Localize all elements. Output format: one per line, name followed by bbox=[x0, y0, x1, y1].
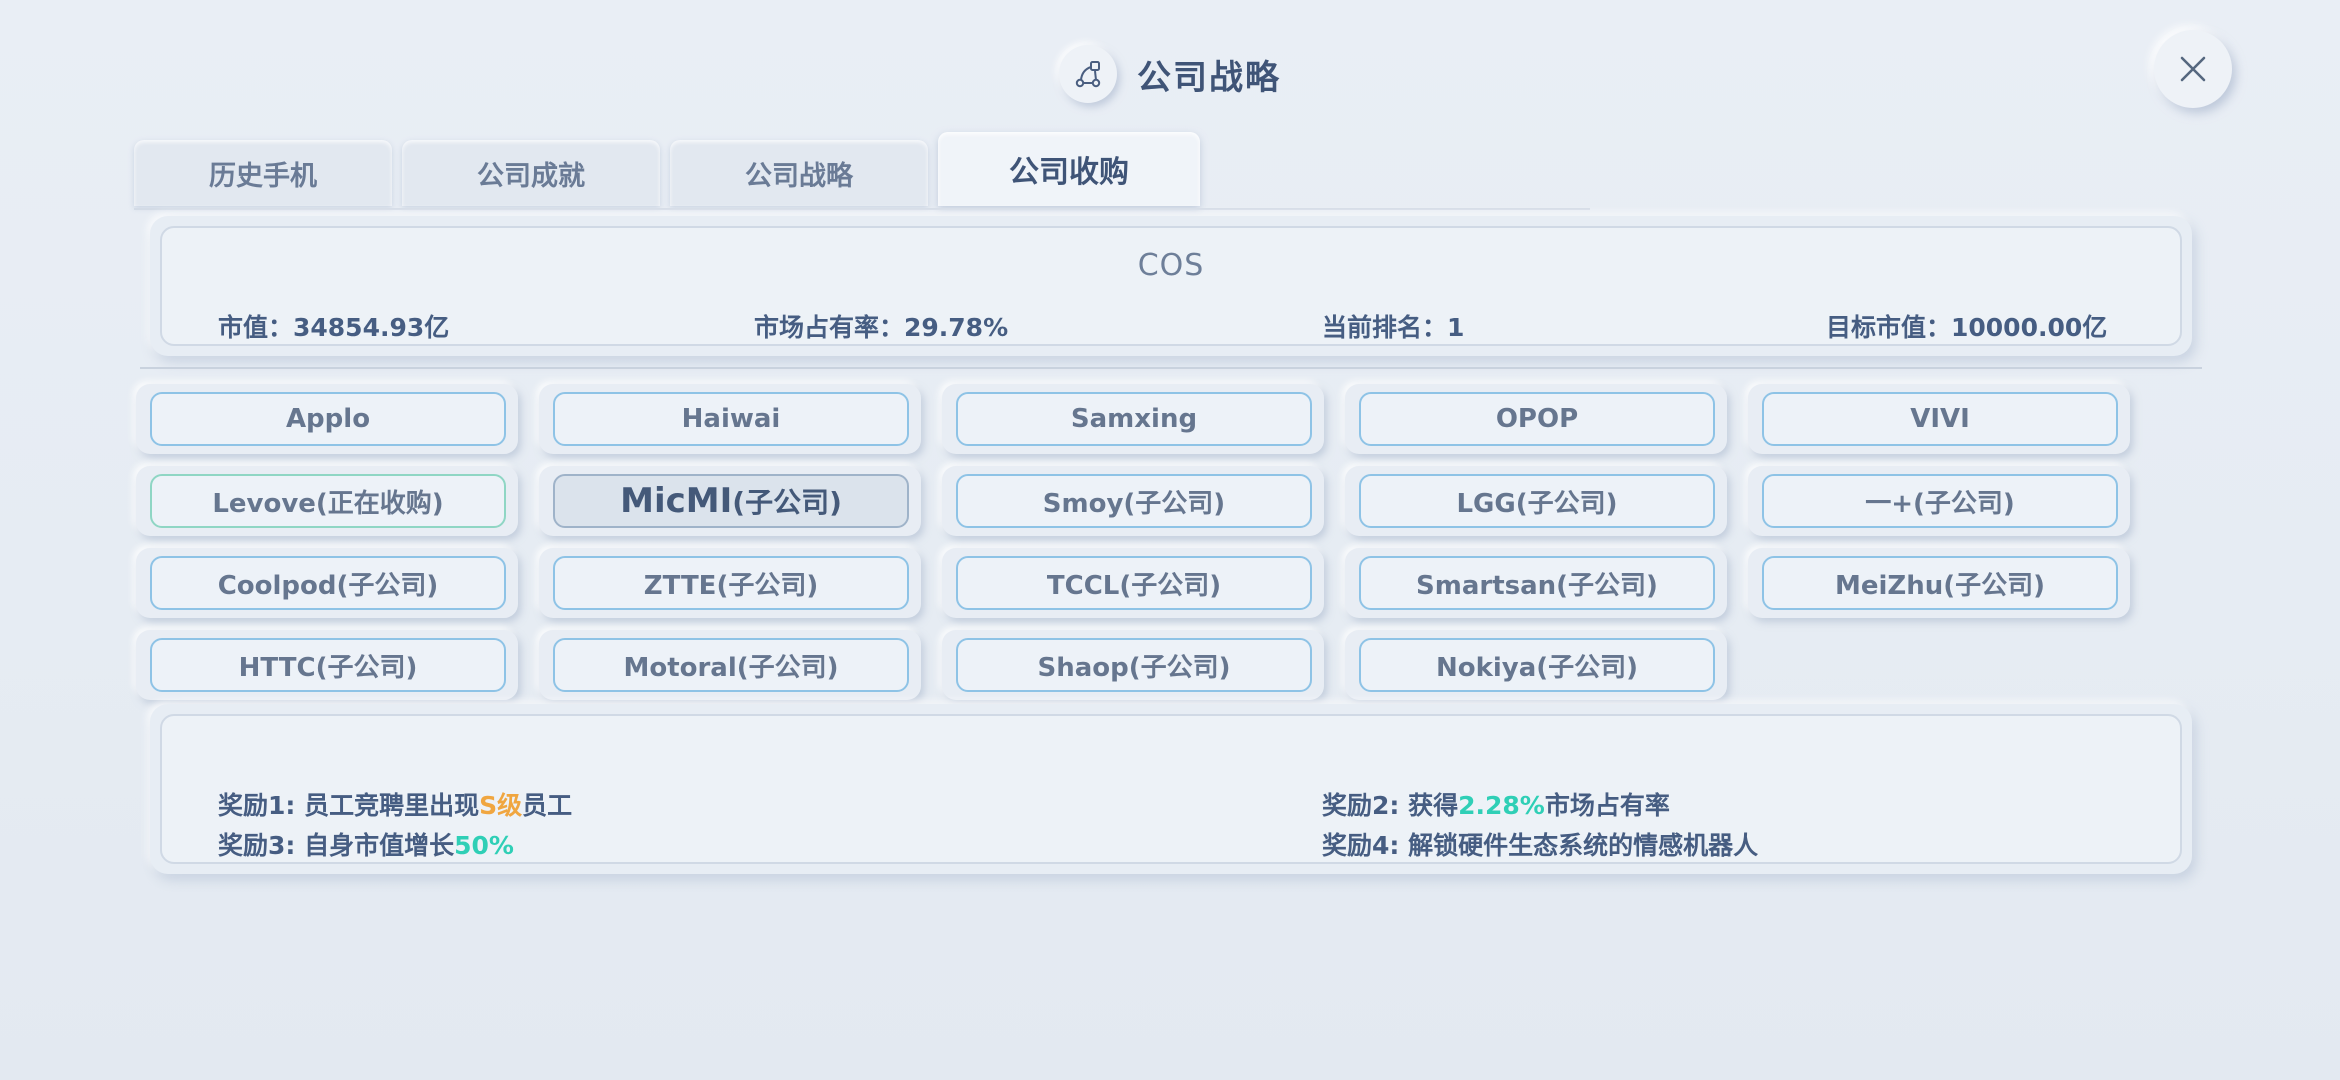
company-cell: MicMI (子公司) bbox=[539, 466, 921, 536]
company-button-lgg[interactable]: LGG(子公司) bbox=[1359, 474, 1715, 528]
company-cell: 一+(子公司) bbox=[1748, 466, 2130, 536]
reward-4: 奖励4: 解锁硬件生态系统的情感机器人 bbox=[1322, 831, 1759, 860]
strategy-nodes-icon bbox=[1059, 45, 1117, 103]
market-value-stat: 市值：34854.93亿 bbox=[218, 313, 450, 342]
company-button-yijia[interactable]: 一+(子公司) bbox=[1762, 474, 2118, 528]
tab-company-strategy[interactable]: 公司战略 bbox=[670, 140, 928, 206]
company-cell: OPOP bbox=[1345, 384, 1727, 454]
company-cell: Samxing bbox=[942, 384, 1324, 454]
company-button-levove[interactable]: Levove(正在收购) bbox=[150, 474, 506, 528]
company-cell: LGG(子公司) bbox=[1345, 466, 1727, 536]
company-cell: Haiwai bbox=[539, 384, 921, 454]
company-cell: TCCL(子公司) bbox=[942, 548, 1324, 618]
company-button-httc[interactable]: HTTC(子公司) bbox=[150, 638, 506, 692]
company-cell: Smoy(子公司) bbox=[942, 466, 1324, 536]
company-button-samxing[interactable]: Samxing bbox=[956, 392, 1312, 446]
rewards-panel: 奖励1: 员工竞聘里出现S级员工 奖励2: 获得2.28%市场占有率 奖励3: … bbox=[150, 704, 2192, 874]
tab-bar: 历史手机 公司成就 公司战略 公司收购 bbox=[134, 132, 1210, 206]
company-button-opop[interactable]: OPOP bbox=[1359, 392, 1715, 446]
reward-3: 奖励3: 自身市值增长50% bbox=[218, 831, 514, 860]
company-cell: Nokiya(子公司) bbox=[1345, 630, 1727, 700]
company-cell: ZTTE(子公司) bbox=[539, 548, 921, 618]
company-button-vivi[interactable]: VIVI bbox=[1762, 392, 2118, 446]
company-button-smoy[interactable]: Smoy(子公司) bbox=[956, 474, 1312, 528]
company-button-smartsan[interactable]: Smartsan(子公司) bbox=[1359, 556, 1715, 610]
reward-1: 奖励1: 员工竞聘里出现S级员工 bbox=[218, 791, 573, 820]
company-cell: Shaop(子公司) bbox=[942, 630, 1324, 700]
company-cell: HTTC(子公司) bbox=[136, 630, 518, 700]
rank-stat: 当前排名：1 bbox=[1322, 313, 1465, 342]
close-button[interactable] bbox=[2154, 30, 2232, 108]
page-header: 公司战略 bbox=[0, 44, 2340, 104]
company-button-haiwai[interactable]: Haiwai bbox=[553, 392, 909, 446]
company-button-ztte[interactable]: ZTTE(子公司) bbox=[553, 556, 909, 610]
company-label: MicMI bbox=[620, 481, 733, 521]
company-button-applo[interactable]: Applo bbox=[150, 392, 506, 446]
company-button-coolpod[interactable]: Coolpod(子公司) bbox=[150, 556, 506, 610]
company-button-shaop[interactable]: Shaop(子公司) bbox=[956, 638, 1312, 692]
reward-2: 奖励2: 获得2.28%市场占有率 bbox=[1322, 791, 1670, 820]
company-button-meizhu[interactable]: MeiZhu(子公司) bbox=[1762, 556, 2118, 610]
company-button-nokiya[interactable]: Nokiya(子公司) bbox=[1359, 638, 1715, 692]
close-icon bbox=[2180, 56, 2206, 82]
page-title: 公司战略 bbox=[1137, 57, 1281, 98]
company-cell: Smartsan(子公司) bbox=[1345, 548, 1727, 618]
company-name: COS bbox=[1137, 248, 1205, 283]
company-info-panel: COS 市值：34854.93亿 市场占有率：29.78% 当前排名：1 目标市… bbox=[150, 216, 2192, 356]
company-button-tccl[interactable]: TCCL(子公司) bbox=[956, 556, 1312, 610]
section-divider bbox=[140, 367, 2202, 369]
reward-highlight: S级 bbox=[479, 791, 523, 820]
reward-highlight: 2.28% bbox=[1458, 791, 1545, 820]
reward-highlight: 50% bbox=[454, 831, 514, 860]
company-button-micmi[interactable]: MicMI (子公司) bbox=[553, 474, 909, 528]
company-cell: Levove(正在收购) bbox=[136, 466, 518, 536]
company-button-motoral[interactable]: Motoral(子公司) bbox=[553, 638, 909, 692]
tab-history-phones[interactable]: 历史手机 bbox=[134, 140, 392, 206]
company-cell: Applo bbox=[136, 384, 518, 454]
company-cell: Motoral(子公司) bbox=[539, 630, 921, 700]
market-share-stat: 市场占有率：29.78% bbox=[754, 313, 1009, 342]
tabs-underline bbox=[134, 208, 1590, 210]
company-cell: VIVI bbox=[1748, 384, 2130, 454]
company-cell: Coolpod(子公司) bbox=[136, 548, 518, 618]
company-cell: MeiZhu(子公司) bbox=[1748, 548, 2130, 618]
tab-company-acquisition[interactable]: 公司收购 bbox=[938, 132, 1200, 206]
target-value-stat: 目标市值：10000.00亿 bbox=[1826, 313, 2108, 342]
tab-company-achievements[interactable]: 公司成就 bbox=[402, 140, 660, 206]
company-label-suffix: (子公司) bbox=[732, 486, 842, 519]
